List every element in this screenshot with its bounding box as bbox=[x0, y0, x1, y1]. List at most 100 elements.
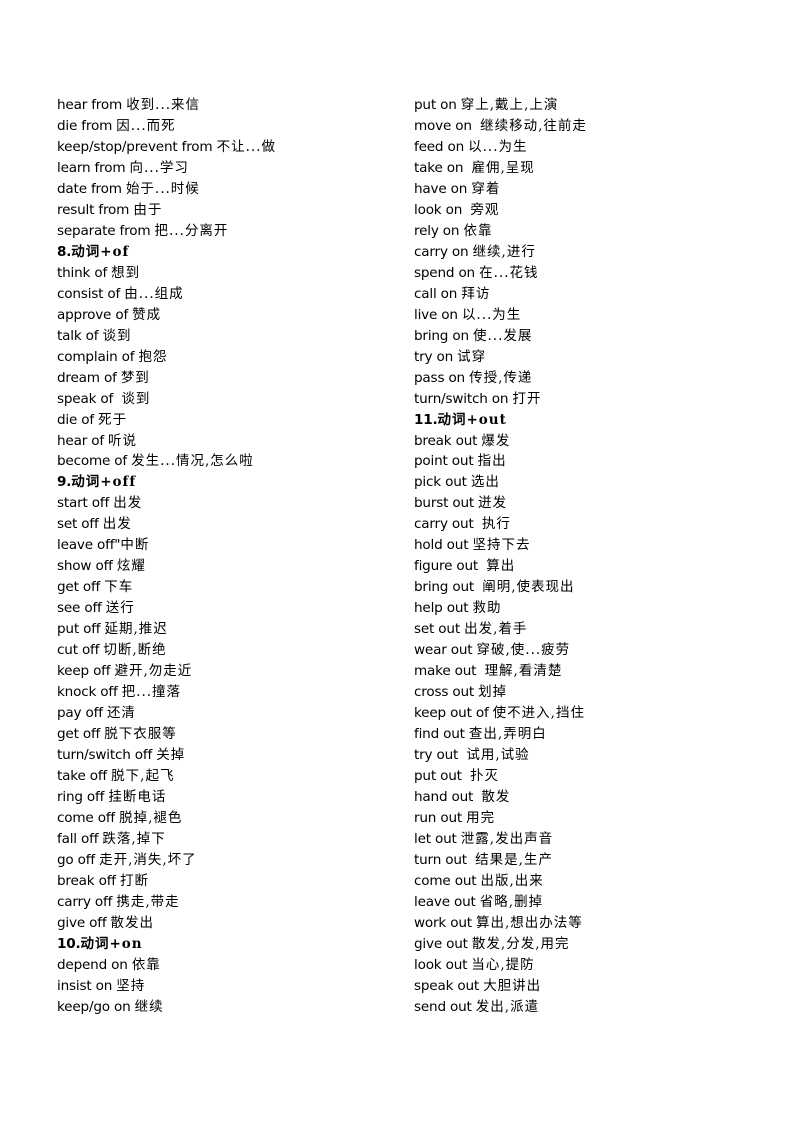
phrase-entry: call on 拜访 bbox=[414, 284, 587, 305]
phrase-chinese: 炫耀 bbox=[116, 558, 146, 575]
phrase-english: figure out bbox=[414, 558, 487, 575]
phrase-chinese: 救助 bbox=[472, 600, 502, 617]
left-column: hear from 收到...来信 die from 因...而死 keep/sto… bbox=[57, 95, 276, 1018]
phrase-english: pass on bbox=[414, 369, 470, 386]
phrase-english: look out bbox=[414, 956, 472, 973]
phrase-chinese: 散发出 bbox=[110, 914, 155, 931]
phrase-english: speak out bbox=[414, 977, 484, 994]
phrase-chinese: 依靠 bbox=[463, 222, 493, 239]
phrase-english: go off bbox=[57, 851, 100, 868]
phrase-english: take on bbox=[414, 159, 472, 176]
phrase-entry: think of 想到 bbox=[57, 263, 276, 284]
phrase-entry: pay off 还清 bbox=[57, 703, 276, 724]
phrase-english: turn/switch on bbox=[414, 390, 513, 407]
phrase-english: take off bbox=[57, 768, 112, 784]
phrase-english: keep/go on bbox=[57, 998, 135, 1015]
phrase-english: speak of bbox=[57, 390, 122, 407]
phrase-chinese: 雇佣,呈现 bbox=[471, 159, 535, 176]
phrase-english: date from bbox=[57, 180, 126, 197]
phrase-entry: start off 出发 bbox=[57, 493, 276, 514]
phrase-chinese: 关掉 bbox=[156, 747, 186, 764]
phrase-chinese: 跌落,掉下 bbox=[102, 830, 166, 847]
phrase-entry: fall off 跌落,掉下 bbox=[57, 829, 276, 850]
phrase-entry: hear from 收到...来信 bbox=[57, 95, 276, 116]
phrase-entry: try out 试用,试验 bbox=[414, 745, 587, 766]
phrase-chinese: 算出 bbox=[486, 558, 516, 575]
phrase-entry: get off 脱下衣服等 bbox=[57, 724, 276, 745]
phrase-entry: break out 爆发 bbox=[414, 431, 587, 452]
phrase-english: keep/stop/prevent from bbox=[57, 138, 217, 155]
phrase-entry: put out 扑灭 bbox=[414, 766, 587, 787]
phrase-entry: look on 旁观 bbox=[414, 200, 587, 221]
phrase-english: put on bbox=[414, 97, 461, 113]
phrase-entry: spend on 在...花钱 bbox=[414, 263, 587, 284]
phrase-entry: feed on 以...为生 bbox=[414, 137, 587, 158]
phrase-chinese: 发出,派遣 bbox=[475, 998, 540, 1015]
phrase-chinese: 穿上,戴上,上演 bbox=[460, 97, 559, 113]
phrase-english: show off bbox=[57, 558, 117, 575]
phrase-chinese: 把...撞落 bbox=[121, 684, 182, 701]
phrase-entry: help out 救助 bbox=[414, 598, 587, 619]
phrase-entry: look out 当心,提防 bbox=[414, 955, 587, 976]
section-heading: 9.动词+off bbox=[57, 472, 276, 493]
phrase-english: die from bbox=[57, 117, 117, 134]
phrase-english: feed on bbox=[414, 138, 469, 155]
phrase-english: break off bbox=[57, 872, 121, 889]
phrase-english: learn from bbox=[57, 159, 130, 176]
phrase-entry: hand out 散发 bbox=[414, 787, 587, 808]
phrase-entry: turn/switch on 打开 bbox=[414, 389, 587, 410]
phrase-chinese: 打断 bbox=[120, 872, 150, 889]
phrase-chinese: 散发 bbox=[481, 788, 511, 805]
phrase-chinese: 旁观 bbox=[470, 201, 500, 218]
phrase-entry: cross out 划掉 bbox=[414, 682, 587, 703]
phrase-english: send out bbox=[414, 998, 476, 1015]
phrase-english: get off bbox=[57, 726, 105, 743]
phrase-entry: come off 脱掉,褪色 bbox=[57, 808, 276, 829]
phrase-entry: bring out 阐明,使表现出 bbox=[414, 577, 587, 598]
phrase-entry: try on 试穿 bbox=[414, 347, 587, 368]
phrase-entry: hear of 听说 bbox=[57, 431, 276, 452]
phrase-english: die of bbox=[57, 411, 99, 428]
phrase-english: become of bbox=[57, 453, 132, 470]
phrase-chinese: 收到...来信 bbox=[126, 97, 201, 113]
phrase-chinese: 赞成 bbox=[132, 306, 162, 323]
phrase-english: turn out bbox=[414, 851, 476, 868]
phrase-english: talk of bbox=[57, 327, 103, 344]
phrase-entry: keep out of 使不进入,挡住 bbox=[414, 703, 587, 724]
phrase-english: set off bbox=[57, 516, 103, 533]
phrase-entry: ring off 挂断电话 bbox=[57, 787, 276, 808]
phrase-entry: send out 发出,派遣 bbox=[414, 997, 587, 1018]
phrase-chinese: 中断 bbox=[120, 537, 150, 554]
phrase-entry: take off 脱下,起飞 bbox=[57, 766, 276, 787]
phrase-english: start off bbox=[57, 495, 114, 512]
phrase-english: approve of bbox=[57, 306, 133, 323]
phrase-english: have on bbox=[414, 180, 472, 197]
phrase-english: separate from bbox=[57, 222, 155, 239]
phrase-chinese: 在...花钱 bbox=[479, 264, 539, 281]
phrase-entry: date from 始于...时候 bbox=[57, 179, 276, 200]
phrase-entry: pass on 传授,传递 bbox=[414, 368, 587, 389]
phrase-entry: turn out 结果是,生产 bbox=[414, 850, 587, 871]
phrase-english: hand out bbox=[414, 788, 482, 805]
phrase-chinese: 脱下,起飞 bbox=[111, 768, 175, 784]
phrase-english: consist of bbox=[57, 285, 125, 302]
phrase-chinese: 下车 bbox=[104, 579, 134, 596]
phrase-english: break out bbox=[414, 432, 482, 449]
phrase-entry: die from 因...而死 bbox=[57, 116, 276, 137]
phrase-english: keep out of bbox=[414, 705, 493, 722]
phrase-chinese: 阐明,使表现出 bbox=[482, 579, 575, 596]
phrase-entry: make out 理解,看清楚 bbox=[414, 661, 587, 682]
phrase-entry: speak out 大胆讲出 bbox=[414, 976, 587, 997]
phrase-entry: hold out 坚持下去 bbox=[414, 535, 587, 556]
phrase-english: see off bbox=[57, 600, 106, 617]
phrase-chinese: 当心,提防 bbox=[471, 956, 535, 973]
phrase-chinese: 结果是,生产 bbox=[475, 851, 553, 868]
phrase-chinese: 使不进入,挡住 bbox=[492, 705, 585, 722]
phrase-entry: live on 以...为生 bbox=[414, 305, 587, 326]
phrase-chinese: 迸发 bbox=[478, 495, 508, 512]
phrase-english: hear of bbox=[57, 432, 109, 449]
phrase-entry: complain of 抱怨 bbox=[57, 347, 276, 368]
phrase-entry: cut off 切断,断绝 bbox=[57, 640, 276, 661]
phrase-entry: find out 查出,弄明白 bbox=[414, 724, 587, 745]
phrase-chinese: 坚持下去 bbox=[472, 537, 531, 554]
